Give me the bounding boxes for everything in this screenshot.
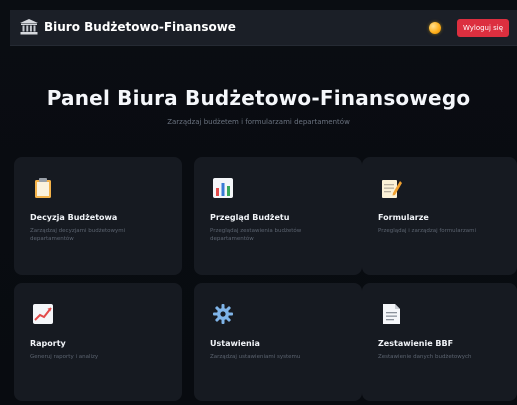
card-title: Zestawienie BBF: [378, 339, 454, 348]
clipboard-icon: [35, 178, 51, 198]
memo-icon: [382, 180, 402, 198]
brand[interactable]: Biuro Budżetowo-Finansowe: [20, 19, 236, 35]
page-subtitle: Zarządzaj budżetem i formularzami depart…: [167, 118, 350, 126]
card-budget-decision[interactable]: Decyzja Budżetowa Zarządzaj decyzjami bu…: [14, 157, 182, 275]
page: Biuro Budżetowo-Finansowe Wyloguj się Pa…: [0, 0, 517, 405]
card-reports[interactable]: Raporty Generuj raporty i analizy: [14, 283, 182, 401]
card-description: Przeglądaj zestawienia budżetów departam…: [210, 228, 302, 242]
status-indicator-icon: [429, 22, 441, 34]
page-title: Panel Biura Budżetowo-Finansowego: [46, 86, 471, 110]
document-icon: [383, 304, 400, 324]
card-title: Raporty: [30, 339, 66, 348]
card-description: Przeglądaj i zarządzaj formularzami: [378, 228, 476, 234]
bar-chart-icon: [213, 178, 233, 198]
card-title: Formularze: [378, 213, 429, 222]
trend-chart-icon: [33, 304, 53, 324]
card-description: Zestawienie danych budżetowych: [378, 354, 472, 360]
app-title: Biuro Budżetowo-Finansowe: [44, 20, 236, 34]
card-description: Zarządzaj decyzjami budżetowymi departam…: [30, 228, 126, 242]
top-navigation-bar: Biuro Budżetowo-Finansowe Wyloguj się: [10, 10, 517, 46]
card-budget-overview[interactable]: Przegląd Budżetu Przeglądaj zestawienia …: [194, 157, 362, 275]
gear-icon: [213, 304, 233, 324]
card-description: Zarządzaj ustawieniami systemu: [210, 354, 301, 360]
card-title: Ustawienia: [210, 339, 260, 348]
card-bbf-summary[interactable]: Zestawienie BBF Zestawienie danych budże…: [362, 283, 517, 401]
bank-icon: [20, 19, 38, 35]
logout-button[interactable]: Wyloguj się: [457, 19, 509, 37]
card-title: Decyzja Budżetowa: [30, 213, 118, 222]
card-title: Przegląd Budżetu: [210, 213, 290, 222]
card-description: Generuj raporty i analizy: [30, 354, 99, 360]
card-forms[interactable]: Formularze Przeglądaj i zarządzaj formul…: [362, 157, 517, 275]
card-settings[interactable]: Ustawienia Zarządzaj ustawieniami system…: [194, 283, 362, 401]
